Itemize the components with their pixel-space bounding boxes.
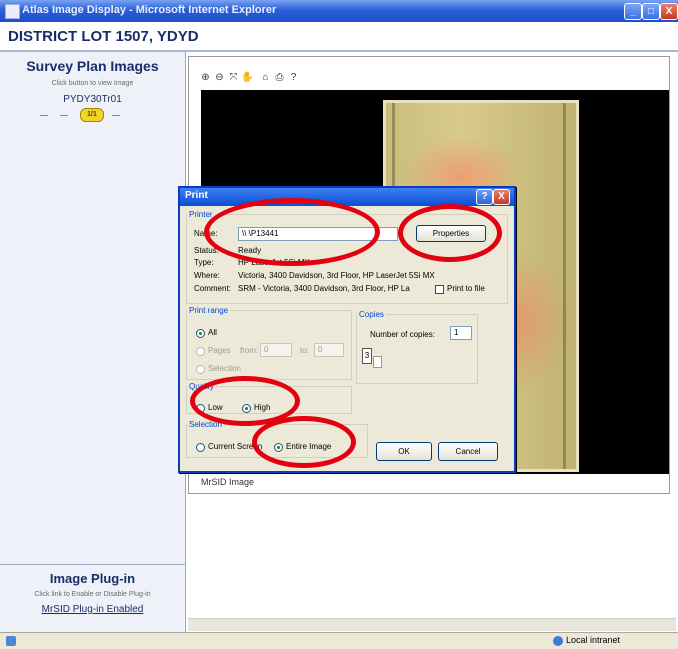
plugin-title: Image Plug-in [49,571,136,586]
zoom-out-icon[interactable]: ⊖ [213,71,226,85]
status-bar: Local intranet [0,632,678,649]
copies-input[interactable]: 1 [450,326,472,340]
dialog-title: Print [185,190,208,201]
range-from-input[interactable]: 0 [260,343,292,357]
close-button[interactable]: X [660,3,678,20]
printer-where-label: Where: [194,271,220,280]
plan-border-line [563,103,566,469]
intranet-icon [553,636,563,646]
district-title: DISTRICT LOT 1507, YDYD [8,28,199,45]
dialog-title-bar: Print ? X [180,188,514,206]
copies-group: Copies [356,310,478,384]
plugin-instruction: Click link to Enable or Disable Plug-in [34,591,151,598]
help-button[interactable]: ? [476,189,493,205]
printer-comment-label: Comment: [194,284,231,293]
annotation-oval-entire-image [252,416,356,468]
window-title: Atlas Image Display - Microsoft Internet… [22,4,277,16]
page-icon [6,636,16,646]
range-pages-label: Pages [208,346,231,355]
window-title-bar: Atlas Image Display - Microsoft Internet… [0,0,678,22]
range-all-label: All [208,328,217,337]
print-to-file-checkbox[interactable] [435,285,444,294]
printer-type-label: Type: [194,258,214,267]
ie-app-icon [5,4,20,19]
maximize-button[interactable]: □ [642,3,660,20]
survey-plan-instruction: Click button to view Image [51,80,134,87]
range-to-label: to: [300,346,309,355]
left-panel: Survey Plan Images Click button to view … [0,52,186,634]
range-selection-label: Selection [208,364,241,373]
plan-name-label: PYDY30Tr01 [63,94,122,105]
image-caption: MrSID Image [201,477,255,487]
printer-where-value: Victoria, 3400 Davidson, 3rd Floor, HP L… [238,271,435,280]
plan-image-button[interactable]: 1/1 [80,108,104,122]
print-icon[interactable]: ⎙ [273,71,286,85]
dialog-close-button[interactable]: X [493,189,510,205]
horizontal-scrollbar[interactable] [188,618,676,631]
minimize-button[interactable]: _ [624,3,642,20]
annotation-oval-printer-name [204,198,380,266]
collate-icon: 3 [362,348,372,364]
range-selection-radio[interactable] [196,365,205,374]
page-header: DISTRICT LOT 1507, YDYD [0,22,678,52]
plan-divider [40,115,48,116]
collate-page-icon [373,356,382,368]
mrsid-plugin-link[interactable]: MrSID Plug-in Enabled [0,604,185,615]
print-to-file-label: Print to file [447,284,485,293]
cancel-button[interactable]: Cancel [438,442,498,461]
survey-plan-title: Survey Plan Images [26,58,159,74]
panel-divider [0,564,185,565]
range-from-label: from: [240,346,259,355]
annotation-oval-properties [398,204,502,262]
plan-divider [60,115,68,116]
home-icon[interactable]: ⌂ [259,71,272,85]
print-range-legend: Print range [189,306,229,315]
security-zone-label: Local intranet [566,635,621,645]
viewer-toolbar: ⊕ ⊖ ⤧ ✋ ⌂ ⎙? [199,71,301,89]
ok-button[interactable]: OK [376,442,432,461]
pan-icon[interactable]: ✋ [241,71,254,85]
zoom-in-icon[interactable]: ⊕ [199,71,212,85]
copies-label: Number of copies: [370,330,435,339]
range-to-input[interactable]: 0 [314,343,344,357]
plan-divider [112,115,120,116]
zoom-fit-icon[interactable]: ⤧ [227,71,240,85]
copies-legend: Copies [359,310,384,319]
range-pages-radio[interactable] [196,347,205,356]
range-all-radio[interactable] [196,329,205,338]
help-icon[interactable]: ? [287,71,300,85]
printer-comment-value: SRM - Victoria, 3400 Davidson, 3rd Floor… [238,284,410,293]
current-screen-radio[interactable] [196,443,205,452]
